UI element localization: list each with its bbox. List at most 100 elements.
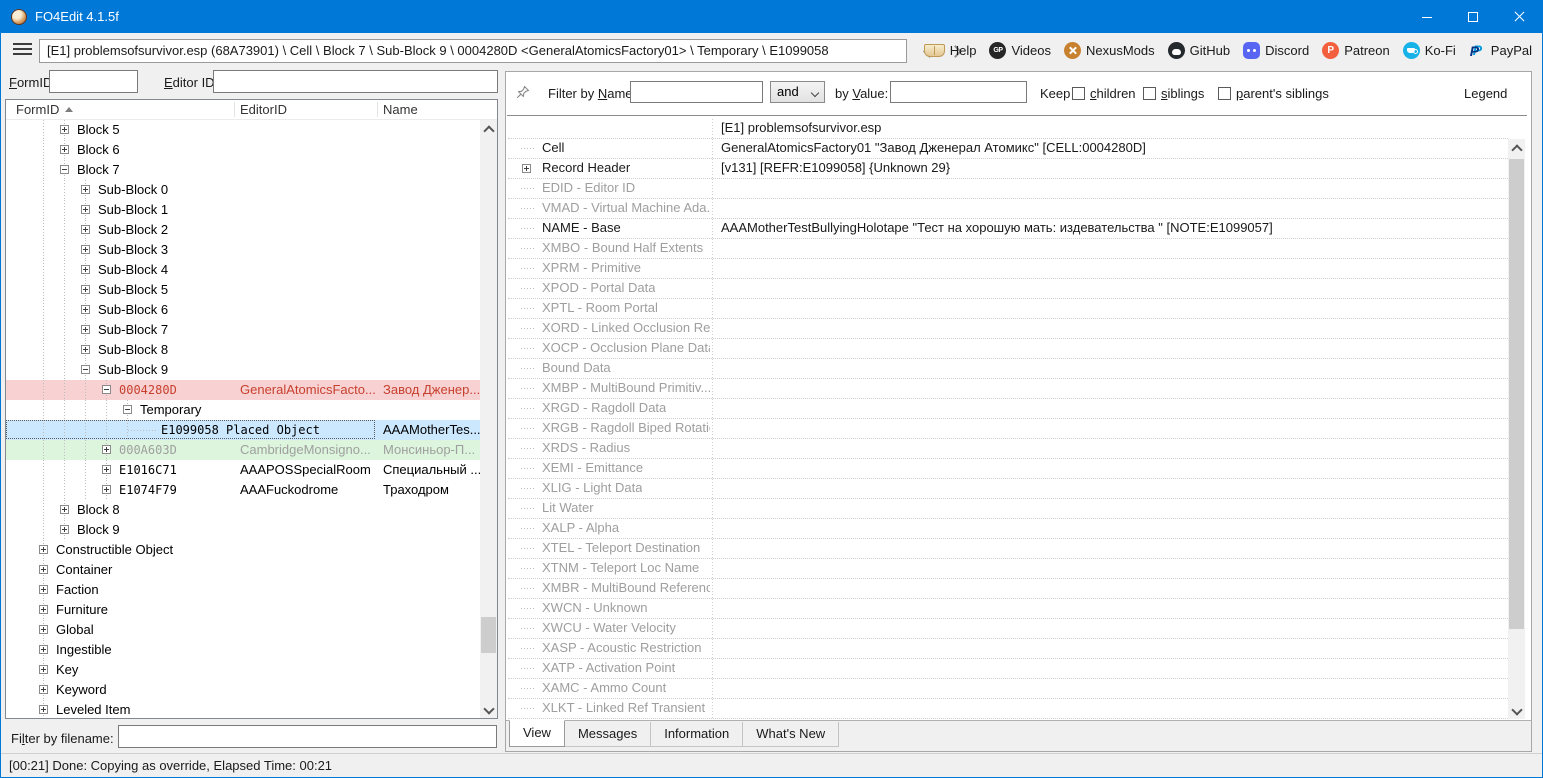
tree-row[interactable]: Sub-Block 1 [6,200,480,220]
toolbar-link-help[interactable]: Help [924,43,977,58]
tree-row[interactable]: Sub-Block 6 [6,300,480,320]
record-field-row[interactable]: XPOD - Portal Data [508,279,1508,299]
tab-what-s-new[interactable]: What's New [742,722,839,747]
collapse-icon[interactable] [123,405,132,414]
expand-icon[interactable] [81,345,90,354]
expand-icon[interactable] [102,465,111,474]
tree-row[interactable]: Container [6,560,480,580]
filename-filter-input[interactable] [118,725,497,748]
tree-row[interactable]: Sub-Block 7 [6,320,480,340]
tree-row[interactable]: Sub-Block 9 [6,360,480,380]
expand-icon[interactable] [81,185,90,194]
expand-icon[interactable] [39,565,48,574]
scroll-up-icon[interactable] [480,120,497,137]
record-field-row[interactable]: XRGD - Ragdoll Data [508,399,1508,419]
filter-name-input[interactable] [630,81,763,103]
menu-icon[interactable] [13,43,32,57]
record-field-row[interactable]: Lit Water [508,499,1508,519]
collapse-icon[interactable] [81,365,90,374]
record-field-row[interactable]: XMBO - Bound Half Extents [508,239,1508,259]
toolbar-link-paypal[interactable]: PayPal [1469,42,1532,59]
tree-row[interactable]: 0004280DGeneralAtomicsFacto...Завод Джен… [6,380,480,400]
tree-row[interactable]: Sub-Block 0 [6,180,480,200]
column-header-editorid[interactable]: EditorID [240,100,287,119]
tab-information[interactable]: Information [650,722,743,747]
record-field-row[interactable]: XORD - Linked Occlusion Ref... [508,319,1508,339]
record-field-row[interactable]: VMAD - Virtual Machine Ada... [508,199,1508,219]
expand-icon[interactable] [39,625,48,634]
expand-icon[interactable] [39,605,48,614]
expand-icon[interactable] [39,645,48,654]
record-field-row[interactable]: XWCN - Unknown [508,599,1508,619]
collapse-icon[interactable] [60,165,69,174]
record-field-row[interactable]: Bound Data [508,359,1508,379]
scroll-down-icon[interactable] [480,701,497,718]
toolbar-link-nexusmods[interactable]: NexusMods [1064,42,1155,59]
record-field-row[interactable]: XMBP - MultiBound Primitiv... [508,379,1508,399]
column-divider[interactable] [377,102,378,117]
tree-row[interactable]: E1074F79AAAFuckodromeТраходром [6,480,480,500]
tree-row[interactable]: Constructible Object [6,540,480,560]
record-field-row[interactable]: XALP - Alpha [508,519,1508,539]
scrollbar-thumb[interactable] [481,617,496,653]
expand-icon[interactable] [81,305,90,314]
breadcrumb[interactable]: [E1] problemsofsurvivor.esp (68A73901) \… [39,39,907,63]
tree-row[interactable]: Sub-Block 3 [6,240,480,260]
expand-icon[interactable] [522,164,531,173]
tree-row[interactable]: Faction [6,580,480,600]
tree-row[interactable]: 000A603DCambridgeMonsigno...Монсиньор-П.… [6,440,480,460]
toolbar-link-ko-fi[interactable]: Ko-Fi [1403,42,1456,59]
tree-row[interactable]: Furniture [6,600,480,620]
tab-view[interactable]: View [509,720,565,747]
tree-row[interactable]: Global [6,620,480,640]
expand-icon[interactable] [60,505,69,514]
record-field-row[interactable]: XRDS - Radius [508,439,1508,459]
collapse-icon[interactable] [102,385,111,394]
keep-children-checkbox[interactable] [1072,87,1085,100]
tree-row[interactable]: Sub-Block 5 [6,280,480,300]
tree-row[interactable]: E1016C71AAAPOSSpecialRoomСпециальный ... [6,460,480,480]
legend-link[interactable]: Legend [1464,86,1507,101]
column-header-name[interactable]: Name [383,100,418,119]
record-field-row[interactable]: Record Header[v131] [REFR:E1099058] {Unk… [508,159,1508,179]
tree-row[interactable]: Sub-Block 4 [6,260,480,280]
filter-operator-select[interactable]: and [770,81,825,103]
toolbar-link-patreon[interactable]: Patreon [1322,42,1390,59]
column-divider[interactable] [234,102,235,117]
expand-icon[interactable] [39,585,48,594]
keep-parents-siblings-checkbox[interactable] [1218,87,1231,100]
expand-icon[interactable] [60,125,69,134]
expand-icon[interactable] [81,225,90,234]
keep-siblings-checkbox[interactable] [1143,87,1156,100]
expand-icon[interactable] [39,685,48,694]
tree-row[interactable]: Keyword [6,680,480,700]
expand-icon[interactable] [102,485,111,494]
tree-scrollbar[interactable] [480,120,497,718]
record-field-row[interactable]: XWCU - Water Velocity [508,619,1508,639]
tab-messages[interactable]: Messages [564,722,651,747]
record-field-row[interactable]: XRGB - Ragdoll Biped Rotation [508,419,1508,439]
tree-row[interactable]: Block 6 [6,140,480,160]
scroll-down-icon[interactable] [1508,702,1525,719]
toolbar-link-discord[interactable]: Discord [1243,42,1309,59]
tree-row[interactable]: Block 9 [6,520,480,540]
tree-row[interactable]: Block 7 [6,160,480,180]
tree-row[interactable]: Sub-Block 2 [6,220,480,240]
record-field-row[interactable]: XEMI - Emittance [508,459,1508,479]
tree-row[interactable]: Key [6,660,480,680]
record-field-row[interactable]: XLKT - Linked Ref Transient [508,699,1508,719]
tree-row[interactable]: Block 5 [6,120,480,140]
record-field-row[interactable]: NAME - BaseAAAMotherTestBullyingHolotape… [508,219,1508,239]
expand-icon[interactable] [81,205,90,214]
grid-scrollbar[interactable] [1508,139,1525,719]
column-header-formid[interactable]: FormID [16,100,73,119]
record-field-row[interactable]: CellGeneralAtomicsFactory01 "Завод Джене… [508,139,1508,159]
plugin-header-row[interactable]: [E1] problemsofsurvivor.esp [508,119,1508,139]
record-field-row[interactable]: XOCP - Occlusion Plane Data [508,339,1508,359]
record-field-row[interactable]: XPRM - Primitive [508,259,1508,279]
expand-icon[interactable] [39,545,48,554]
record-field-row[interactable]: XPTL - Room Portal [508,299,1508,319]
close-button[interactable] [1496,1,1542,33]
expand-icon[interactable] [81,285,90,294]
record-field-row[interactable]: XMBR - MultiBound Reference [508,579,1508,599]
